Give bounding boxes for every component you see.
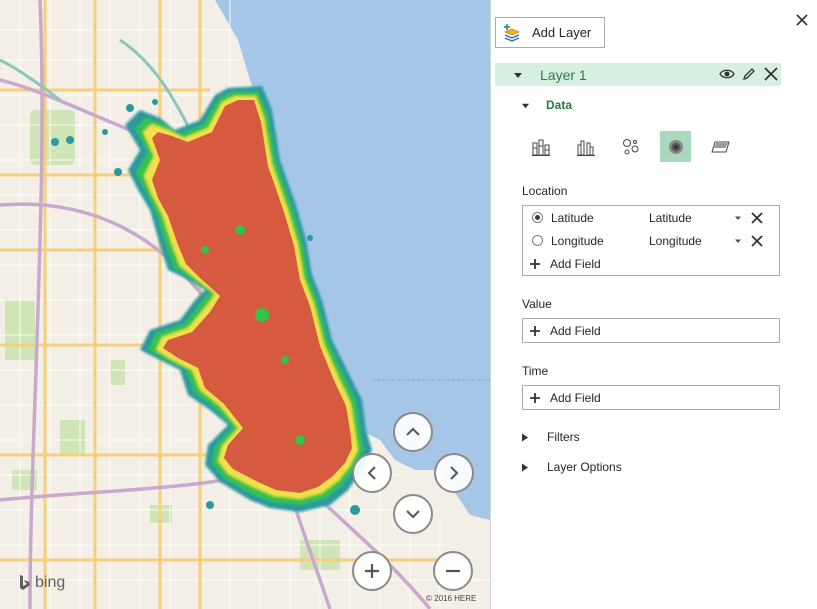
remove-field-icon[interactable] (750, 234, 764, 248)
location-label: Location (522, 184, 568, 198)
close-pane-button[interactable] (794, 12, 810, 28)
caret-down-icon (521, 103, 530, 108)
visualization-type-selector (525, 131, 736, 162)
value-add-field-button[interactable]: Add Field (523, 319, 779, 343)
heat-map-icon (668, 139, 683, 154)
pan-up-button[interactable] (393, 412, 433, 452)
data-section-label: Data (546, 98, 573, 112)
filters-label: Filters (547, 430, 580, 444)
time-add-field-button[interactable]: Add Field (523, 386, 779, 410)
location-add-field-button[interactable]: Add Field (523, 252, 779, 276)
bubble-icon (622, 138, 638, 154)
stacked-column-icon (531, 139, 550, 156)
pan-right-button[interactable] (434, 453, 474, 493)
pan-down-button[interactable] (393, 494, 433, 534)
remove-field-icon[interactable] (750, 211, 764, 225)
chevron-down-icon (406, 510, 420, 519)
region-button[interactable] (705, 131, 736, 162)
value-label: Value (522, 297, 552, 311)
caret-down-icon[interactable] (513, 70, 523, 80)
filters-section-header[interactable]: Filters (521, 430, 580, 444)
add-layer-label: Add Layer (532, 25, 592, 40)
dropdown-arrow-icon[interactable] (733, 236, 743, 246)
location-field-box: Latitude Latitude Longitude Longitude Ad… (522, 205, 780, 276)
plus-icon (530, 393, 540, 403)
value-field-box: Add Field (522, 318, 780, 343)
latitude-radio[interactable] (532, 212, 543, 223)
plus-icon (530, 259, 540, 269)
caret-right-icon (522, 463, 528, 471)
longitude-radio[interactable] (532, 235, 543, 246)
chevron-left-icon (367, 466, 376, 480)
add-layer-button[interactable]: Add Layer (495, 17, 605, 48)
caret-right-icon (522, 433, 528, 441)
minus-icon (446, 569, 460, 573)
zoom-in-button[interactable] (352, 551, 392, 591)
layer-name[interactable]: Layer 1 (540, 67, 587, 83)
clustered-column-icon (576, 140, 595, 156)
close-icon (796, 14, 808, 26)
dropdown-arrow-icon[interactable] (733, 213, 743, 223)
clustered-column-button[interactable] (570, 131, 601, 162)
time-field-box: Add Field (522, 385, 780, 410)
bing-logo-text: bing (35, 574, 66, 591)
plus-icon (365, 564, 379, 578)
bing-b-icon (20, 575, 30, 590)
layer-tools (719, 66, 779, 82)
time-label: Time (522, 364, 549, 378)
latitude-field-type[interactable]: Latitude (649, 211, 733, 225)
data-section-header[interactable]: Data (521, 98, 572, 112)
latitude-field-name: Latitude (551, 210, 594, 225)
location-field-row: Longitude Longitude (523, 229, 779, 252)
eye-icon[interactable] (719, 66, 735, 82)
longitude-field-type[interactable]: Longitude (649, 234, 733, 248)
chevron-up-icon (406, 427, 420, 436)
pan-left-button[interactable] (352, 453, 392, 493)
add-field-label: Add Field (550, 257, 601, 271)
zoom-out-button[interactable] (433, 551, 473, 591)
longitude-field-name: Longitude (551, 233, 604, 248)
add-field-label: Add Field (550, 324, 601, 338)
location-field-row: Latitude Latitude (523, 206, 779, 229)
heat-map-button[interactable] (660, 131, 691, 162)
layer-1-header[interactable]: Layer 1 (495, 63, 781, 86)
delete-layer-icon[interactable] (763, 66, 779, 82)
pencil-icon[interactable] (741, 66, 757, 82)
layer-options-section-header[interactable]: Layer Options (521, 460, 622, 474)
plus-icon (530, 326, 540, 336)
map-attribution: © 2016 HERE (426, 594, 477, 603)
bubble-button[interactable] (615, 131, 646, 162)
chevron-right-icon (450, 466, 459, 480)
add-field-label: Add Field (550, 391, 601, 405)
layer-pane: Add Layer Layer 1 Data Location Latitude… (491, 0, 817, 609)
layer-options-label: Layer Options (547, 460, 622, 474)
region-icon (710, 141, 730, 152)
map-view[interactable]: bing © 2016 HERE (0, 0, 490, 609)
add-layer-icon (503, 23, 521, 42)
stacked-column-button[interactable] (525, 131, 556, 162)
bing-logo: bing (18, 574, 65, 592)
